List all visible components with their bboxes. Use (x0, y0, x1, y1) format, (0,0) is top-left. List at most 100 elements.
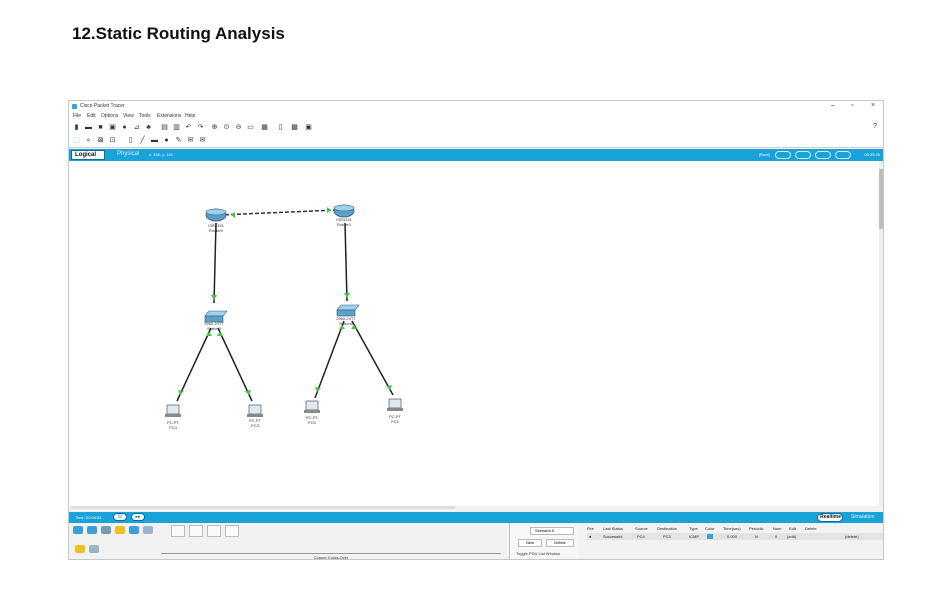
link-up-arrow (231, 212, 235, 218)
print-icon[interactable]: ▣ (109, 124, 116, 131)
connections-subcategory-icon[interactable] (75, 545, 85, 553)
menu-options[interactable]: Options (101, 113, 118, 119)
viewport-toggle[interactable] (775, 151, 791, 159)
set-tiled-background-toggle[interactable] (835, 151, 851, 159)
paste-icon[interactable]: ▥ (173, 124, 180, 131)
event-status: Successful (603, 534, 623, 539)
connections-category-icon[interactable] (115, 526, 125, 534)
help-icon[interactable]: ? (873, 123, 877, 130)
root-breadcrumb[interactable]: [Root] (759, 152, 770, 157)
tab-logical[interactable]: Logical (71, 150, 105, 160)
event-time: 0.000 (727, 534, 738, 539)
resize-tool-icon[interactable]: ⊡ (109, 137, 116, 144)
new-scenario-button[interactable]: New (518, 539, 542, 547)
router0[interactable] (205, 208, 227, 222)
activity-wizard-icon[interactable]: ● (121, 124, 128, 131)
new-file-icon[interactable]: ▮ (73, 124, 80, 131)
pdu-scenario-panel: Scenario 0 New Delete Toggle PDU List Wi… (509, 523, 579, 559)
toggle-pdu-list-button[interactable]: Toggle PDU List Window (516, 551, 560, 556)
console-cable-icon[interactable] (189, 525, 203, 537)
image-icon[interactable]: ▩ (291, 124, 298, 131)
save-icon[interactable]: ■ (97, 124, 104, 131)
scenario-select[interactable]: Scenario 0 (530, 527, 574, 535)
redo-icon[interactable]: ↷ (197, 124, 204, 131)
simple-pdu-icon[interactable]: ✉ (187, 137, 194, 144)
misc-category-icon[interactable] (129, 526, 139, 534)
menu-bar: File Edit Options View Tools Extensions … (69, 112, 883, 121)
complex-pdu-icon[interactable]: ✉ (199, 137, 206, 144)
link-router0-switch0[interactable] (213, 222, 217, 304)
link-router0-router1[interactable] (218, 209, 338, 216)
menu-extensions[interactable]: Extensions (157, 113, 181, 119)
ellipse-tool-icon[interactable]: ● (163, 137, 170, 144)
delete-scenario-button[interactable]: Delete (546, 539, 574, 547)
event-row[interactable]: ● Successful PC4 PC3 ICMP 0.000 N 0 (edi… (587, 533, 883, 540)
menu-help[interactable]: Help (185, 113, 195, 119)
zoom-in-icon[interactable]: ⊕ (211, 124, 218, 131)
network-devices-category-icon[interactable] (73, 526, 83, 534)
link-switch0-pc4[interactable] (176, 327, 212, 402)
fire-icon[interactable]: ● (589, 534, 591, 539)
link-switch1-pc0[interactable] (314, 320, 345, 399)
delete-tool-icon[interactable]: ⊠ (97, 137, 104, 144)
vertical-scrollbar[interactable] (879, 161, 883, 506)
menu-edit[interactable]: Edit (87, 113, 96, 119)
inspect-tool-icon[interactable]: ⌕ (85, 137, 92, 144)
straight-through-cable-icon[interactable] (207, 525, 221, 537)
close-button[interactable]: × (871, 102, 875, 109)
custom-devices-icon[interactable]: ▦ (261, 124, 268, 131)
fast-forward-button[interactable]: ▸▸ (131, 513, 145, 521)
logical-workspace[interactable]: ISR4331 Router0 ISR4331 Router1 2960-24T… (69, 161, 881, 506)
auto-connection-icon[interactable] (171, 525, 185, 537)
event-edit-link[interactable]: (edit) (787, 534, 796, 539)
power-cycle-devices-button[interactable]: ⏲ (113, 513, 127, 521)
select-tool-icon[interactable]: ⬚ (73, 137, 80, 144)
pc3-name: PC3 (251, 423, 259, 428)
structured-cabling-icon[interactable] (89, 545, 99, 553)
pc1[interactable] (387, 398, 403, 411)
menu-view[interactable]: View (123, 113, 134, 119)
simulation-mode-button[interactable]: Simulation (851, 514, 874, 520)
cross-over-cable-icon[interactable] (225, 525, 239, 537)
menu-tools[interactable]: Tools (139, 113, 151, 119)
link-router1-switch1[interactable] (344, 222, 348, 302)
event-delete-link[interactable]: (delete) (845, 534, 859, 539)
menu-file[interactable]: File (73, 113, 81, 119)
zoom-reset-icon[interactable]: ⊙ (223, 124, 230, 131)
switch1[interactable] (336, 304, 360, 317)
rectangle-tool-icon[interactable]: ▬ (151, 137, 158, 144)
minimize-button[interactable]: – (831, 102, 835, 109)
end-devices-category-icon[interactable] (87, 526, 97, 534)
link-up-arrow (178, 390, 184, 395)
realtime-mode-button[interactable]: Realtime (817, 513, 843, 522)
pc4[interactable] (165, 404, 181, 417)
pc0[interactable] (304, 400, 320, 413)
multiuser-category-icon[interactable] (143, 526, 153, 534)
pc0-name: PC0 (308, 420, 316, 425)
link-switch0-pc3[interactable] (217, 327, 253, 402)
edit-icon[interactable]: ⊿ (133, 124, 140, 131)
zoom-out-icon[interactable]: ⊖ (235, 124, 242, 131)
header-color: Color (705, 526, 715, 531)
network-info-icon[interactable]: ♣ (145, 124, 152, 131)
link-switch1-pc1[interactable] (351, 320, 394, 396)
cluster-icon[interactable]: ▯ (277, 124, 284, 131)
components-category-icon[interactable] (101, 526, 111, 534)
drawing-palette-icon[interactable]: ▭ (247, 124, 254, 131)
note-tool-icon[interactable]: ▯ (127, 137, 134, 144)
environment-toggle[interactable] (795, 151, 811, 159)
open-folder-icon[interactable]: ▬ (85, 124, 92, 131)
undo-icon[interactable]: ↶ (185, 124, 192, 131)
line-tool-icon[interactable]: ╱ (139, 137, 146, 144)
router1[interactable] (333, 204, 355, 218)
copy-icon[interactable]: ▤ (161, 124, 168, 131)
vertical-scroll-thumb[interactable] (879, 169, 883, 229)
freeform-tool-icon[interactable]: ✎ (175, 137, 182, 144)
maximize-button[interactable]: ▫ (851, 102, 853, 109)
horizontal-scrollbar[interactable] (71, 506, 455, 509)
cluster-toggle[interactable] (815, 151, 831, 159)
view-icon[interactable]: ▣ (305, 124, 312, 131)
link-up-arrow (245, 390, 251, 395)
pc3[interactable] (247, 404, 263, 417)
tab-physical[interactable]: Physical (117, 151, 139, 157)
